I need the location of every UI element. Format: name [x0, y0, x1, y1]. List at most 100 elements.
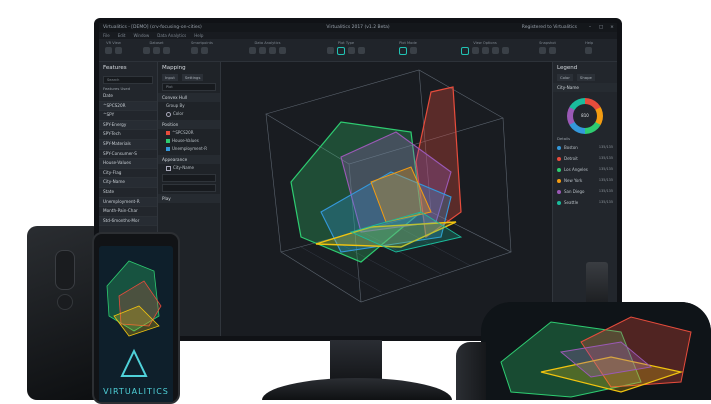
- toolbar-group-label: VR View: [106, 41, 121, 45]
- feature-item[interactable]: SPY-Consumer-S: [99, 150, 157, 160]
- filter-icon[interactable]: [269, 47, 276, 54]
- feature-item[interactable]: Date: [99, 92, 157, 102]
- mapping-tabs: Input Settings: [158, 74, 220, 81]
- feature-item[interactable]: Unemployment-R: [99, 197, 157, 208]
- tab-color[interactable]: Color: [557, 74, 573, 81]
- legend-item-count: 135/135: [598, 145, 613, 149]
- legend-item[interactable]: New York 135/135: [553, 175, 617, 186]
- toolbar-group-label: Plot Type: [337, 41, 355, 45]
- feature-item[interactable]: City-Name: [99, 178, 157, 188]
- legend-item[interactable]: San Diego 135/135: [553, 186, 617, 197]
- legend-dot: [557, 168, 561, 172]
- feature-item[interactable]: Std-6months-Mor: [99, 216, 157, 227]
- menu-bar: File Edit Window Data Analytics Help: [99, 32, 617, 39]
- appearance-dropdown[interactable]: [162, 174, 216, 182]
- save-icon[interactable]: [153, 47, 160, 54]
- feature-item[interactable]: State: [99, 188, 157, 198]
- color-option[interactable]: Color: [158, 110, 220, 118]
- feature-item[interactable]: ^SPCS20R: [99, 101, 157, 112]
- mode-a-icon[interactable]: [399, 47, 407, 55]
- legend-item-count: 135/135: [598, 200, 613, 204]
- graph-icon[interactable]: [279, 47, 286, 54]
- toolbar-group-label: Plot Mode: [399, 41, 417, 45]
- legend-item-name: Seattle: [564, 200, 579, 205]
- stats-icon[interactable]: [259, 47, 266, 54]
- mode-b-icon[interactable]: [410, 47, 417, 54]
- menu-file[interactable]: File: [103, 32, 110, 39]
- minimize-button[interactable]: –: [585, 23, 595, 32]
- label-icon[interactable]: [502, 47, 509, 54]
- toolbar: VR View Dataset Smartpoints Data Analyti…: [99, 39, 617, 62]
- tab-settings[interactable]: Settings: [181, 74, 204, 81]
- eye-icon[interactable]: [115, 47, 122, 54]
- camera-icon[interactable]: [539, 47, 546, 54]
- legend-dot: [557, 157, 561, 161]
- position-item[interactable]: Unemployment-R: [158, 145, 220, 153]
- feature-item[interactable]: Month-Pain-Char: [99, 207, 157, 217]
- legend-item-name: New York: [564, 178, 583, 183]
- legend-donut-chart: 810: [567, 98, 603, 134]
- position-item-label: House-Values: [172, 138, 199, 143]
- grid-icon[interactable]: [482, 47, 489, 54]
- menu-data-analytics[interactable]: Data Analytics: [157, 32, 186, 39]
- legend-item[interactable]: Seattle 135/135: [553, 197, 617, 208]
- tab-shape[interactable]: Shape: [576, 74, 595, 81]
- legend-item[interactable]: Los Angeles 135/135: [553, 164, 617, 175]
- feature-item[interactable]: House-Values: [99, 159, 157, 169]
- x-axis-swatch: [166, 131, 170, 135]
- legend-item-count: 135/135: [598, 189, 613, 193]
- position-item[interactable]: ^SPCS20R: [158, 129, 220, 137]
- toolbar-group-view-options: View Options: [461, 41, 509, 55]
- feature-item[interactable]: SPY-Tech: [99, 130, 157, 140]
- menu-edit[interactable]: Edit: [118, 32, 126, 39]
- surface-icon[interactable]: [358, 47, 365, 54]
- monitor-stand-neck: [330, 340, 382, 380]
- checkbox-icon: [166, 165, 171, 171]
- refresh-icon[interactable]: [163, 47, 170, 54]
- appearance-section[interactable]: Appearance: [158, 155, 220, 164]
- legend-group-label[interactable]: City-Name: [553, 83, 617, 92]
- hull-icon[interactable]: [337, 47, 345, 55]
- brand-logo-triangle: [120, 348, 148, 377]
- legend-item[interactable]: Detroit 135/135: [553, 153, 617, 164]
- feature-item[interactable]: City-Flag: [99, 169, 157, 179]
- maximize-button[interactable]: □: [596, 23, 606, 32]
- feature-item[interactable]: SPY-Materials: [99, 139, 157, 150]
- appearance-item[interactable]: City-Name: [158, 164, 220, 172]
- menu-window[interactable]: Window: [133, 32, 149, 39]
- legend-tabs: Color Shape: [553, 74, 617, 81]
- play-section[interactable]: Play: [158, 194, 220, 203]
- feature-item[interactable]: ^SPY: [99, 111, 157, 121]
- close-button[interactable]: ×: [607, 23, 617, 32]
- plot-select[interactable]: Plot: [162, 83, 216, 91]
- cluster-icon[interactable]: [201, 47, 208, 54]
- globe-icon[interactable]: [472, 47, 479, 54]
- folder-icon[interactable]: [143, 47, 150, 54]
- legend-item[interactable]: Boston 135/135: [553, 142, 617, 153]
- point-icon[interactable]: [191, 47, 198, 54]
- share-icon[interactable]: [549, 47, 556, 54]
- appearance-item-label: City-Name: [173, 165, 195, 170]
- z-axis-swatch: [166, 147, 170, 151]
- legend-dot: [557, 179, 561, 183]
- vr-icon[interactable]: [105, 47, 112, 54]
- appearance-dropdown[interactable]: [162, 184, 216, 192]
- fingerprint-sensor: [57, 294, 73, 310]
- legend-dot: [557, 190, 561, 194]
- phone-screen: VIRTUALITICS: [99, 246, 173, 402]
- cursor-icon[interactable]: [461, 47, 469, 55]
- chart-icon[interactable]: [249, 47, 256, 54]
- convex-hull-section[interactable]: Convex Hull: [158, 93, 220, 102]
- position-section[interactable]: Position: [158, 120, 220, 129]
- position-item[interactable]: House-Values: [158, 137, 220, 145]
- legend-total: 810: [573, 104, 597, 128]
- help-icon[interactable]: [585, 47, 592, 54]
- feature-item[interactable]: SPY-Energy: [99, 120, 157, 131]
- toolbar-group-plot-type: Plot Type: [327, 41, 365, 55]
- axis-icon[interactable]: [492, 47, 499, 54]
- scatter-icon[interactable]: [327, 47, 334, 54]
- features-search-input[interactable]: Search: [103, 76, 153, 84]
- histogram-icon[interactable]: [348, 47, 355, 54]
- tab-input[interactable]: Input: [162, 74, 178, 81]
- menu-help[interactable]: Help: [194, 32, 203, 39]
